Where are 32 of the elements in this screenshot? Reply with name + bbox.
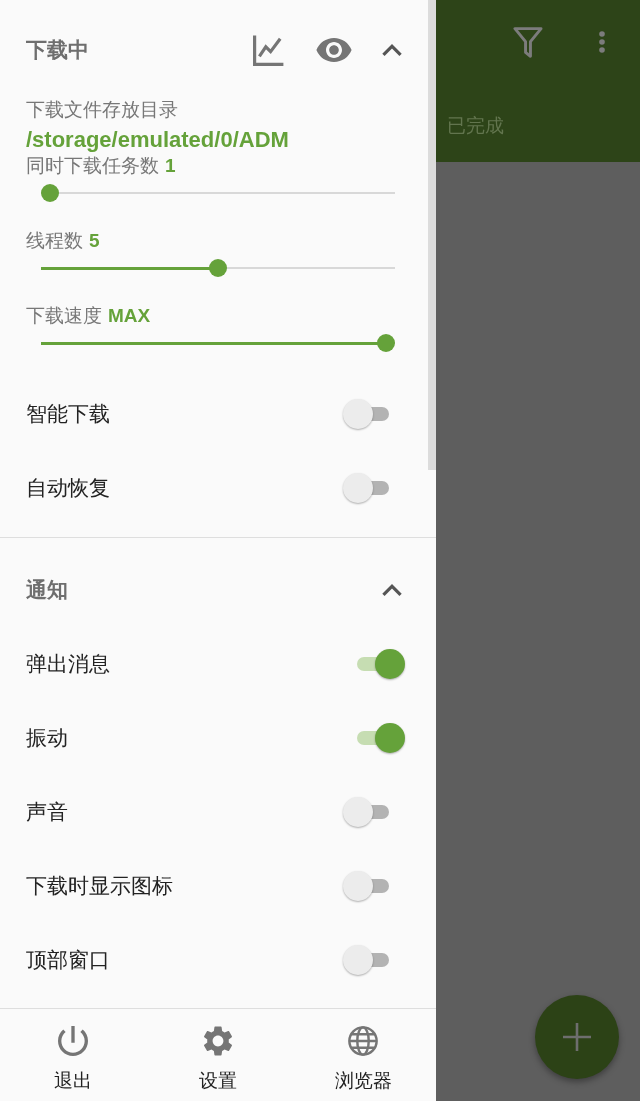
setting-label: 振动 <box>26 725 68 751</box>
browser-button[interactable]: 浏览器 <box>290 1009 436 1101</box>
chevron-up-icon[interactable] <box>382 44 402 56</box>
slider-label: 线程数 <box>26 229 83 253</box>
slider-value: 1 <box>165 154 176 178</box>
plus-icon <box>563 1023 591 1051</box>
chevron-up-icon[interactable] <box>382 584 402 596</box>
exit-button[interactable]: 退出 <box>0 1009 146 1101</box>
setting-label: 弹出消息 <box>26 651 110 677</box>
eye-icon[interactable] <box>316 38 352 62</box>
slider-value: MAX <box>108 304 151 328</box>
setting-label: 自动恢复 <box>26 475 110 501</box>
slider-thumb[interactable] <box>377 334 395 352</box>
slider-label: 下载速度 <box>26 304 102 328</box>
more-icon[interactable] <box>599 31 605 53</box>
settings-button[interactable]: 设置 <box>145 1009 291 1101</box>
filter-icon[interactable] <box>513 26 543 58</box>
slider-value: 5 <box>89 229 100 253</box>
setting-label: 下载时显示图标 <box>26 873 173 899</box>
slider-thumb[interactable] <box>41 184 59 202</box>
section-title: 通知 <box>26 578 68 602</box>
section-title: 下载中 <box>26 38 89 62</box>
slider-thumb[interactable] <box>209 259 227 277</box>
slider-label: 同时下载任务数 <box>26 154 159 178</box>
power-icon <box>57 1026 88 1056</box>
setting-label: 顶部窗口 <box>26 947 110 973</box>
setting-label: 智能下载 <box>26 401 110 427</box>
line-chart-icon[interactable] <box>252 34 286 66</box>
globe-icon <box>348 1026 379 1056</box>
setting-label: 声音 <box>26 799 68 825</box>
settings-icon <box>203 1026 233 1056</box>
directory-label: 下载文件存放目录 <box>26 100 178 120</box>
